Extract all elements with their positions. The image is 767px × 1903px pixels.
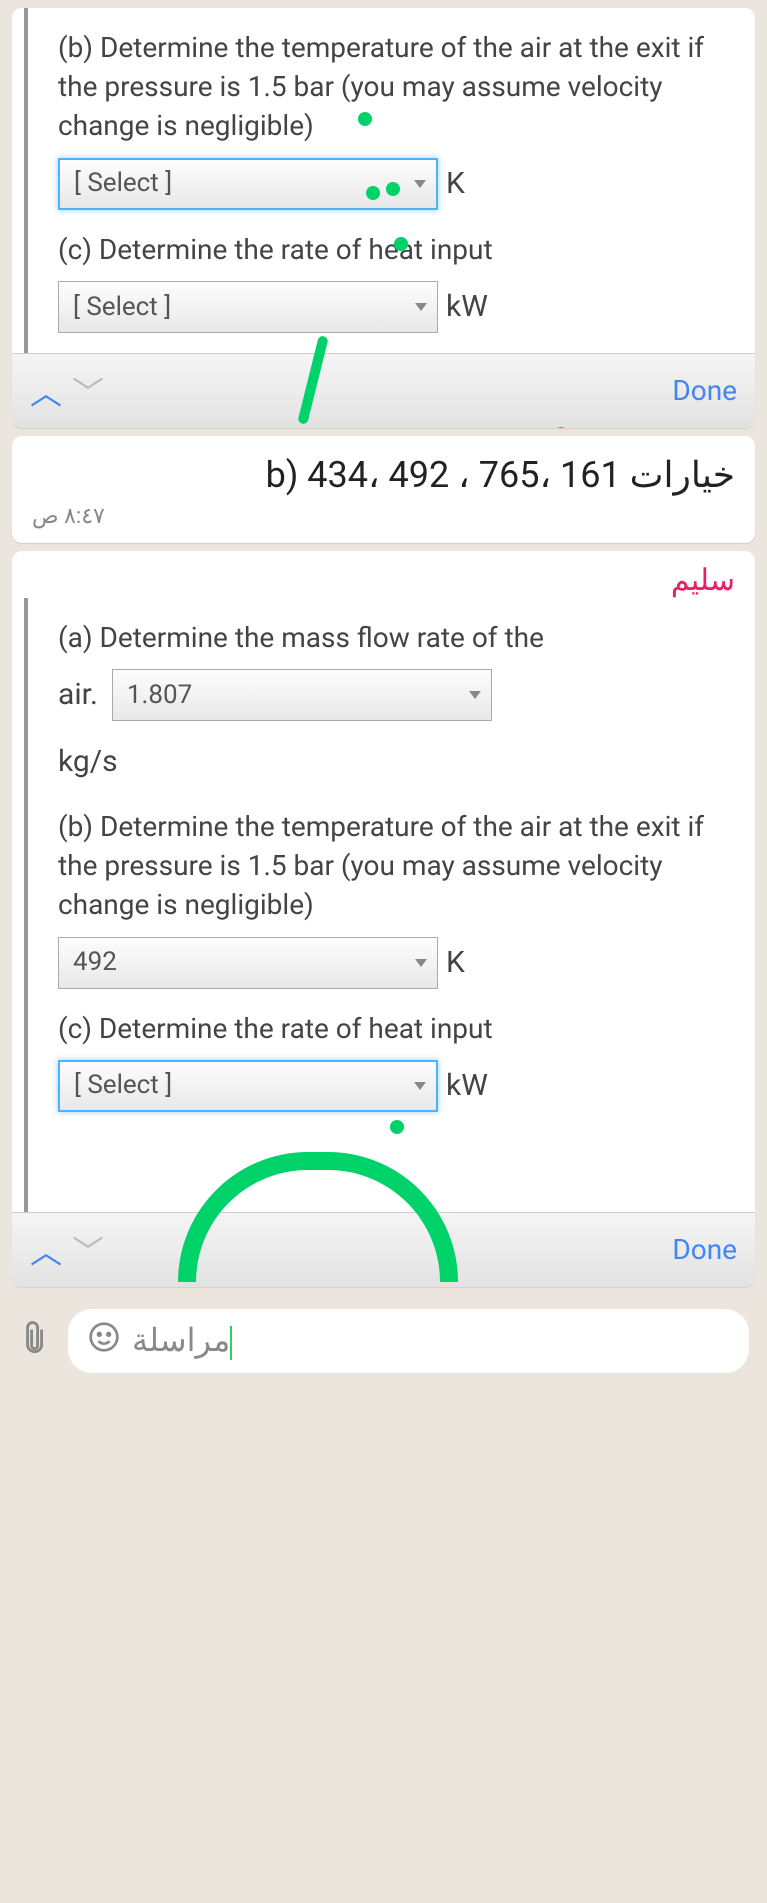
chevron-down-icon [415,303,427,311]
message-input[interactable]: مراسلة [68,1309,749,1373]
air-label: air. [58,674,98,716]
chevron-up-icon[interactable]: ︿ [30,368,62,414]
select-c[interactable]: [ Select ] [58,281,438,333]
unit-a: kg/s [58,741,725,783]
quiz-content-1: (b) Determine the temperature of the air… [24,8,755,353]
chevron-down-icon[interactable]: ﹀ [72,1227,104,1273]
select-c-value-2: [ Select ] [74,1067,172,1103]
unit-b: K [446,163,465,205]
chevron-up-icon[interactable]: ︿ [30,1227,62,1273]
chevron-down-icon [414,1082,426,1090]
question-b-text: (b) Determine the temperature of the air… [58,28,725,146]
quiz-toolbar-3: ︿ ﹀ Done [12,1212,755,1287]
done-button-3[interactable]: Done [672,1233,737,1266]
select-row-c: [ Select ] kW [58,281,725,333]
chevron-down-icon [415,959,427,967]
message-bubble-3: سليم (a) Determine the mass flow rate of… [12,551,755,1287]
done-button[interactable]: Done [672,374,737,407]
question-a-text: (a) Determine the mass flow rate of the [58,618,725,657]
select-a-value: 1.807 [127,677,192,713]
select-b-value-2: 492 [73,944,117,980]
select-row-c-2: [ Select ] kW [58,1060,725,1112]
message-placeholder: مراسلة [132,1321,232,1360]
select-b[interactable]: [ Select ] [58,158,438,210]
unit-c: kW [446,286,488,328]
question-c-text-2: (c) Determine the rate of heat input [58,1009,725,1048]
message-bubble-1: (b) Determine the temperature of the air… [12,8,755,428]
chevron-down-icon [469,691,481,699]
select-b-value: [ Select ] [74,165,172,201]
sender-name: سليم [12,551,755,598]
select-a[interactable]: 1.807 [112,669,492,721]
chevron-down-icon[interactable]: ﹀ [72,368,104,414]
message-bubble-2: خيارات 161 ،765 ، 492 ،434 (b ٨:٤٧ ص [12,436,755,543]
quiz-toolbar-1: ︿ ﹀ Done [12,353,755,428]
chevron-down-icon [414,180,426,188]
select-c-value: [ Select ] [73,289,171,325]
select-b-2[interactable]: 492 [58,937,438,989]
select-row-a: air. 1.807 [58,669,725,721]
message-input-bar: مراسلة [0,1295,767,1387]
unit-c-2: kW [446,1065,488,1107]
quiz-content-3: (a) Determine the mass flow rate of the … [24,598,755,1212]
question-b-text-2: (b) Determine the temperature of the air… [58,807,725,925]
toolbar-nav-3: ︿ ﹀ [30,1227,104,1273]
timestamp: ٨:٤٧ ص [12,500,755,543]
select-row-b: [ Select ] K [58,158,725,210]
toolbar-nav: ︿ ﹀ [30,368,104,414]
attachment-icon[interactable] [10,1315,61,1366]
answer-options-text: خيارات 161 ،765 ، 492 ،434 (b [12,436,755,500]
unit-b-2: K [446,942,465,984]
emoji-icon[interactable] [88,1321,120,1361]
select-c-2[interactable]: [ Select ] [58,1060,438,1112]
select-row-b-2: 492 K [58,937,725,989]
question-c-text: (c) Determine the rate of heat input [58,230,725,269]
